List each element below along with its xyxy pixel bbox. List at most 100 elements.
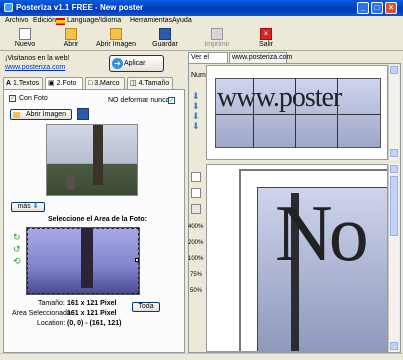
location-label: Location: <box>37 320 66 327</box>
grid-line <box>215 114 381 115</box>
actual-size-icon[interactable] <box>191 204 201 214</box>
tab-view-poster[interactable]: Ver el Poster <box>188 52 228 71</box>
minimize-button[interactable]: _ <box>357 2 369 14</box>
fit-page-icon[interactable] <box>191 172 201 182</box>
poster-canvas[interactable]: No <box>206 164 388 352</box>
toolbar: Nuevo Abrir Abrir Imagen Guardar Imprimi… <box>0 27 403 51</box>
tab-website[interactable]: www.posteriza.com <box>229 52 292 63</box>
scroll-down-icon[interactable] <box>390 149 398 157</box>
person-figure <box>67 175 75 189</box>
scroll-down-icon[interactable] <box>390 342 398 350</box>
zoom-100[interactable]: 100% <box>188 256 203 262</box>
menu-herramientas[interactable]: Herramientas <box>130 17 172 24</box>
tab-foto-label: 2.Foto <box>56 80 77 87</box>
right-tabstrip: Ver el Poster www.posteriza.com <box>188 52 401 71</box>
num-label: Num <box>191 72 206 79</box>
zoom-200[interactable]: 200% <box>188 240 203 246</box>
poster-thumbnail[interactable]: www.poster <box>206 65 388 160</box>
save-image-icon[interactable] <box>77 108 89 120</box>
tab-textos-label: 1.Textos <box>13 80 40 87</box>
tab-tamano-label: 4.Tamaño <box>138 80 170 87</box>
selected-area-label: Area Seleccionada: <box>12 310 73 317</box>
no-deformar-label: NO deformar nunca <box>108 97 170 104</box>
scroll-up-icon[interactable] <box>390 165 398 173</box>
size-label: Tamaño: <box>38 300 65 307</box>
flip-icon[interactable]: ⟲ <box>13 256 21 267</box>
text-a-icon: A <box>6 80 12 87</box>
tree-trunk-selected <box>81 228 93 288</box>
apply-label: Aplicar <box>124 60 146 67</box>
menu-archivo[interactable]: Archivo <box>5 17 28 24</box>
menu-ayuda[interactable]: Ayuda <box>172 17 192 24</box>
open-image-panel-label: Abrir Imagen <box>25 111 67 118</box>
save-button[interactable]: Guardar <box>148 27 182 50</box>
new-button[interactable]: Nuevo <box>10 27 40 50</box>
menu-edicion[interactable]: Edición <box>33 17 56 24</box>
zoom-75[interactable]: 75% <box>190 272 202 278</box>
close-button[interactable]: × <box>385 2 397 14</box>
open-image-label: Abrir Imagen <box>95 41 137 48</box>
poster-big-text: No <box>275 190 369 278</box>
size-value: 161 x 121 Pixel <box>67 300 117 307</box>
print-button[interactable]: Imprimir <box>198 27 236 50</box>
exit-button[interactable]: × Salir <box>253 27 279 50</box>
frame-icon: □ <box>88 80 93 87</box>
con-foto-label: Con Foto <box>19 95 48 102</box>
scroll-up-icon[interactable] <box>390 66 398 74</box>
tab-marco-label: 3.Marco <box>94 80 120 87</box>
resize-icon: ◫ <box>130 80 137 87</box>
arrow-down-icon: ⬇ <box>32 203 39 210</box>
canvas-scrollbar[interactable] <box>388 164 399 352</box>
window-title: Posteriza v1.1 FREE - New poster <box>16 3 144 12</box>
menu-bar: Archivo Edición Language/Idioma Herramie… <box>0 16 403 27</box>
select-area-title: Seleccione el Area de la Foto: <box>48 216 147 223</box>
spain-flag-icon <box>56 18 65 25</box>
printer-icon <box>211 28 223 40</box>
left-tabstrip: A 1.Textos ▣ 2.Foto □ 3.Marco ◫ 4.Tamaño <box>3 77 185 90</box>
more-button[interactable]: más ⬇ <box>11 202 45 212</box>
more-label: más <box>17 203 31 210</box>
open-button[interactable]: Abrir <box>58 27 84 50</box>
no-deformar-checkbox[interactable]: ✓ <box>168 97 175 104</box>
status-bar <box>0 353 403 360</box>
area-selector[interactable] <box>26 227 140 295</box>
tab-marco[interactable]: □ 3.Marco <box>85 77 125 89</box>
zoom-50[interactable]: 50% <box>190 288 202 294</box>
promo-text: ¡Visitanos en la web! <box>5 55 70 62</box>
con-foto-checkbox[interactable]: ✓ <box>9 95 16 102</box>
website-link[interactable]: www.posteriza.com <box>5 64 65 71</box>
exit-label: Salir <box>258 41 273 48</box>
folder-image-icon <box>110 28 122 40</box>
folder-icon <box>65 28 77 40</box>
maximize-button[interactable]: □ <box>371 2 383 14</box>
selected-area-value: 161 x 121 Pixel <box>67 310 117 317</box>
fit-width-icon[interactable] <box>191 188 201 198</box>
save-disk-icon <box>159 28 171 40</box>
thumbnail-scrollbar[interactable] <box>388 65 399 160</box>
menu-language[interactable]: Language/Idioma <box>67 17 121 24</box>
photo-icon: ▣ <box>48 80 55 87</box>
new-file-icon <box>19 28 31 40</box>
rotate-left-icon[interactable]: ↺ <box>13 244 21 255</box>
resize-handle[interactable] <box>135 258 139 262</box>
tab-textos[interactable]: A 1.Textos <box>3 77 43 89</box>
nav-arrows[interactable]: ⬇ ⬇ ⬇ ⬇ <box>192 91 200 131</box>
rotate-right-icon[interactable]: ↻ <box>13 232 21 243</box>
save-label: Guardar <box>152 41 178 48</box>
location-value: (0, 0) - (161, 121) <box>67 320 122 327</box>
open-image-button[interactable]: Abrir Imagen <box>92 27 140 50</box>
grid-line <box>337 78 338 148</box>
scroll-thumb[interactable] <box>390 176 398 236</box>
tab-tamano[interactable]: ◫ 4.Tamaño <box>127 77 173 89</box>
poster-thumbnail-text: www.poster <box>217 82 342 113</box>
app-icon <box>4 3 13 12</box>
print-label: Imprimir <box>204 41 230 48</box>
arrow-right-icon: ➜ <box>112 58 123 69</box>
apply-button[interactable]: ➜ Aplicar <box>109 55 164 72</box>
folder-small-icon <box>13 112 20 118</box>
open-image-panel-button[interactable]: Abrir Imagen <box>10 109 72 120</box>
all-button[interactable]: Toda <box>132 302 160 312</box>
zoom-400[interactable]: 400% <box>188 224 203 230</box>
grid-line <box>253 78 254 148</box>
new-label: Nuevo <box>14 41 36 48</box>
